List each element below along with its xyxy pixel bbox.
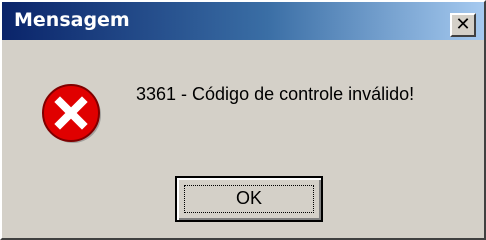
title-bar[interactable]: Mensagem ✕ — [2, 2, 484, 40]
ok-button[interactable]: OK — [175, 176, 323, 222]
message-dialog: Mensagem ✕ 3361 - Código de controle inv… — [0, 0, 486, 240]
error-icon — [42, 84, 101, 143]
close-icon: ✕ — [455, 14, 471, 35]
ok-button-label: OK — [235, 188, 262, 208]
window-title: Mensagem — [14, 9, 130, 31]
error-message: 3361 - Código de controle inválido! — [136, 84, 415, 104]
close-button[interactable]: ✕ — [450, 13, 476, 37]
